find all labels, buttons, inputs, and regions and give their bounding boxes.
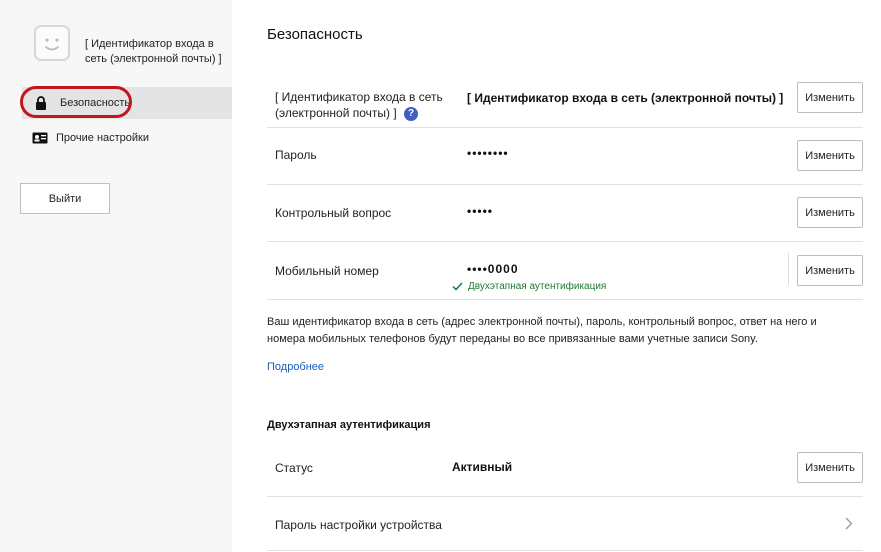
edit-signin-id-button[interactable]: Изменить xyxy=(797,82,863,113)
row-signin-id: [ Идентификатор входа в сеть (электронно… xyxy=(267,71,863,128)
two-step-note: Двухэтапная аутентификация xyxy=(452,281,606,292)
edit-password-button[interactable]: Изменить xyxy=(797,140,863,171)
lock-icon xyxy=(34,96,48,110)
chevron-right-icon xyxy=(845,517,853,530)
row-value: [ Идентификатор входа в сеть (электронно… xyxy=(467,91,784,105)
row-security-question: Контрольный вопрос ••••• Изменить xyxy=(267,184,863,242)
sidebar: [ Идентификатор входа в сеть (электронно… xyxy=(0,0,232,552)
row-value: Активный xyxy=(452,460,513,474)
section-title: Двухэтапная аутентификация xyxy=(267,419,431,431)
edit-status-button[interactable]: Изменить xyxy=(797,452,863,483)
page-title: Безопасность xyxy=(267,26,363,43)
sidebar-user-id: [ Идентификатор входа в сеть (электронно… xyxy=(85,38,222,65)
row-label: [ Идентификатор входа в сеть (электронно… xyxy=(275,90,443,121)
row-label: Пароль xyxy=(275,148,317,162)
sidebar-item-other-settings[interactable]: Прочие настройки xyxy=(22,122,232,154)
row-value: •••••••• xyxy=(467,146,509,160)
edit-security-question-button[interactable]: Изменить xyxy=(797,197,863,228)
sidebar-item-security[interactable]: Безопасность xyxy=(22,87,232,119)
row-label: Пароль настройки устройства xyxy=(275,518,442,532)
id-card-icon xyxy=(32,131,48,145)
check-icon xyxy=(452,282,463,291)
divider xyxy=(788,253,789,285)
row-password: Пароль •••••••• Изменить xyxy=(267,127,863,185)
row-value: ••••• xyxy=(467,204,494,218)
row-value: ••••0000 xyxy=(467,262,519,276)
more-link[interactable]: Подробнее xyxy=(267,361,324,373)
edit-mobile-number-button[interactable]: Изменить xyxy=(797,255,863,286)
logout-button[interactable]: Выйти xyxy=(20,183,110,214)
row-label: Контрольный вопрос xyxy=(275,206,392,220)
row-status: Статус Активный Изменить xyxy=(267,441,863,497)
info-text: Ваш идентификатор входа в сеть (адрес эл… xyxy=(267,316,817,345)
avatar xyxy=(34,25,70,61)
row-device-password[interactable]: Пароль настройки устройства xyxy=(267,496,863,551)
smiley-icon xyxy=(45,38,59,51)
help-icon[interactable]: ? xyxy=(404,106,419,121)
sidebar-item-label: Безопасность xyxy=(60,97,131,109)
main-content: Безопасность [ Идентификатор входа в сет… xyxy=(267,0,867,552)
sidebar-item-label: Прочие настройки xyxy=(56,132,150,144)
row-label: Статус xyxy=(275,461,313,475)
row-label: Мобильный номер xyxy=(275,264,379,278)
